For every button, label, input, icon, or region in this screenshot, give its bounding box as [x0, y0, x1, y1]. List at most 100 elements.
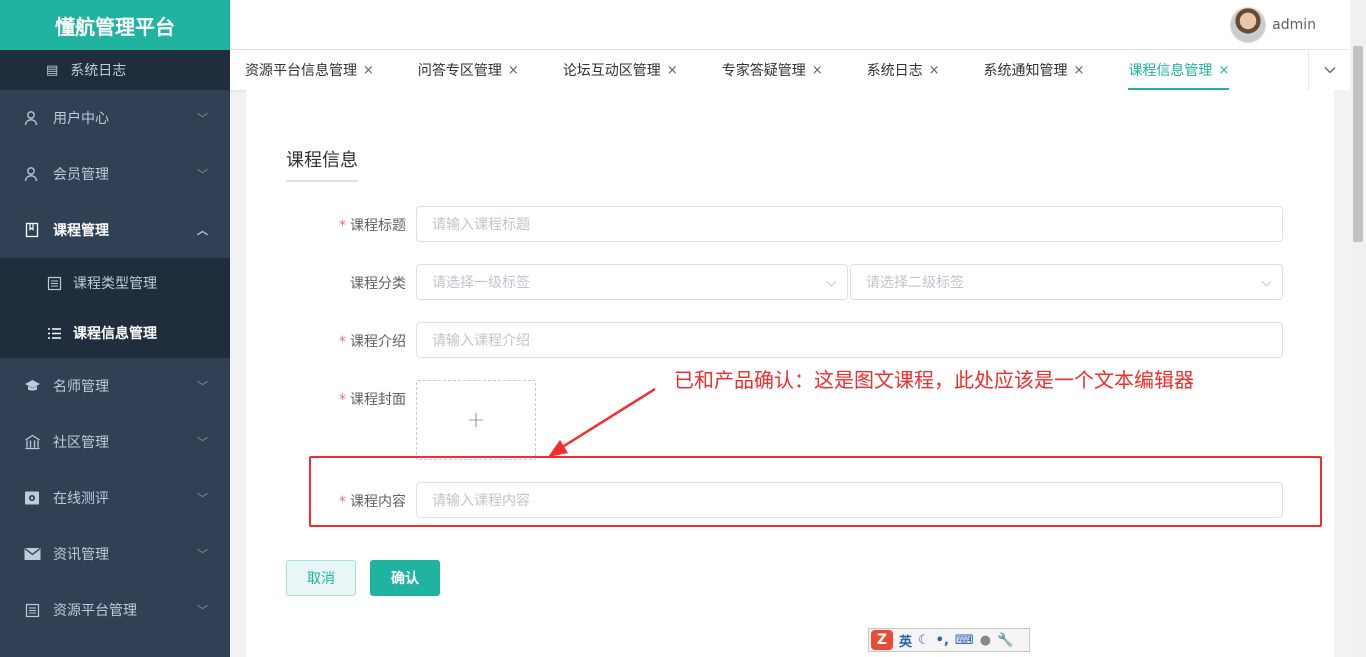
chevron-down-icon — [1261, 276, 1272, 287]
tabs-dropdown-button[interactable] — [1308, 50, 1350, 90]
sidebar-item-label: 社区管理 — [53, 435, 109, 451]
chevron-down-icon — [826, 276, 837, 287]
ime-logo-icon: Z — [871, 630, 893, 650]
tab-label: 论坛互动区管理 — [562, 63, 661, 79]
ime-mode[interactable]: 英 — [899, 631, 912, 650]
close-icon[interactable]: × — [929, 63, 940, 78]
tab-expert-qa[interactable]: 专家答疑管理 × — [722, 50, 823, 90]
review-annotation-arrow-icon — [548, 387, 656, 457]
required-mark: * — [339, 392, 346, 408]
sidebar-item-assessment[interactable]: 在线测评 ﹀ — [0, 470, 230, 526]
course-title-label: * 课程标题 — [286, 215, 406, 235]
close-icon[interactable]: × — [812, 63, 823, 78]
required-mark: * — [339, 334, 346, 350]
sidebar-item-system-log[interactable]: ▤ 系统日志 — [0, 50, 230, 90]
sidebar-item-course-info[interactable]: 课程信息管理 — [0, 308, 230, 358]
confirm-button[interactable]: 确认 — [370, 560, 440, 596]
user-menu[interactable]: admin — [1230, 7, 1316, 43]
label-text: 课程介绍 — [350, 334, 406, 350]
sidebar-item-teacher[interactable]: 名师管理 ﹀ — [0, 358, 230, 414]
label-text: 课程分类 — [350, 276, 406, 292]
course-cover-label: * 课程封面 — [286, 389, 406, 409]
chevron-down-icon: ﹀ — [197, 112, 208, 125]
sidebar-item-course-type[interactable]: 课程类型管理 — [0, 258, 230, 308]
chevron-down-icon: ﹀ — [197, 548, 208, 561]
keyboard-icon[interactable]: ⌨ — [955, 633, 974, 648]
course-intro-label: * 课程介绍 — [286, 331, 406, 351]
chevron-down-icon: ﹀ — [197, 436, 208, 449]
building-icon — [22, 434, 42, 450]
course-sub-menu: 课程类型管理 课程信息管理 — [0, 258, 230, 358]
top-header: admin — [230, 0, 1366, 50]
secondary-tag-select[interactable]: 请选择二级标签 — [850, 264, 1283, 300]
sidebar-item-label: 资源平台管理 — [53, 603, 137, 619]
user-icon[interactable]: ● — [980, 633, 991, 648]
scrollbar-thumb[interactable] — [1353, 46, 1363, 242]
tab-course-info[interactable]: 课程信息管理 × — [1128, 50, 1229, 90]
primary-tag-select[interactable]: 请选择一级标签 — [416, 264, 848, 300]
wrench-icon[interactable]: 🔧 — [997, 633, 1013, 648]
page-scrollbar[interactable] — [1350, 0, 1366, 657]
list-box-icon — [45, 276, 63, 291]
tab-qa-zone[interactable]: 问答专区管理 × — [418, 50, 519, 90]
chevron-down-icon: ﹀ — [197, 380, 208, 393]
sidebar-item-label: 在线测评 — [53, 491, 109, 507]
tab-forum[interactable]: 论坛互动区管理 × — [563, 50, 678, 90]
mail-icon — [22, 547, 42, 561]
page-title: 课程信息 — [286, 146, 358, 182]
tab-label: 问答专区管理 — [417, 63, 502, 79]
tab-label: 系统日志 — [866, 63, 923, 79]
punctuation-icon[interactable]: •, — [936, 633, 949, 648]
select-placeholder: 请选择一级标签 — [432, 275, 530, 291]
label-text: 课程封面 — [350, 392, 406, 408]
sidebar-item-course[interactable]: 课程管理 ︿ — [0, 202, 230, 258]
label-text: 课程标题 — [350, 218, 406, 234]
sidebar-item-member[interactable]: 会员管理 ﹀ — [0, 146, 230, 202]
close-icon[interactable]: × — [667, 63, 678, 78]
book-icon — [22, 222, 42, 238]
graduation-cap-icon — [22, 378, 42, 394]
user-icon — [22, 110, 42, 126]
moon-icon[interactable]: ☾ — [918, 633, 930, 648]
chevron-down-icon: ﹀ — [197, 168, 208, 181]
sidebar-item-label: 资讯管理 — [53, 547, 109, 563]
tab-system-log[interactable]: 系统日志 × — [867, 50, 940, 90]
document-icon: ▤ — [46, 62, 59, 78]
tab-resource-platform-info[interactable]: 资源平台信息管理 × — [245, 50, 374, 90]
chevron-down-icon — [1324, 63, 1336, 77]
course-title-input[interactable]: 请输入课程标题 — [416, 206, 1283, 242]
sidebar-item-label: 课程管理 — [53, 223, 109, 239]
sidebar-item-user-center[interactable]: 用户中心 ﹀ — [0, 90, 230, 146]
chevron-down-icon: ﹀ — [197, 604, 208, 617]
select-placeholder: 请选择二级标签 — [866, 275, 964, 291]
tab-label: 资源平台信息管理 — [245, 63, 357, 79]
tabs-bar: 资源平台信息管理 × 问答专区管理 × 论坛互动区管理 × 专家答疑管理 × 系… — [230, 50, 1308, 90]
list-document-icon — [22, 603, 42, 618]
close-icon[interactable]: × — [363, 63, 374, 78]
tab-label: 系统通知管理 — [983, 63, 1068, 79]
close-icon[interactable]: × — [1074, 63, 1085, 78]
sidebar-item-label: 名师管理 — [53, 379, 109, 395]
avatar[interactable] — [1230, 7, 1267, 43]
close-icon[interactable]: × — [508, 63, 519, 78]
plus-icon: + — [466, 407, 486, 433]
cancel-button[interactable]: 取消 — [286, 560, 356, 596]
cover-upload-button[interactable]: + — [416, 380, 536, 460]
required-mark: * — [339, 218, 346, 234]
tab-label: 课程信息管理 — [1128, 63, 1213, 79]
sidebar-item-label: 课程类型管理 — [73, 276, 157, 292]
sidebar-item-resource-platform[interactable]: 资源平台管理 ﹀ — [0, 582, 230, 638]
list-icon — [45, 326, 63, 341]
sidebar-item-label: 用户中心 — [53, 111, 109, 127]
member-icon — [22, 166, 42, 182]
review-annotation-text: 已和产品确认：这是图文课程，此处应该是一个文本编辑器 — [674, 368, 1194, 392]
course-intro-input[interactable]: 请输入课程介绍 — [416, 322, 1283, 358]
username[interactable]: admin — [1272, 17, 1316, 33]
sidebar: 懂航管理平台 ▤ 系统日志 用户中心 ﹀ 会员管理 ﹀ 课程管理 ︿ 课程类型管… — [0, 0, 230, 657]
tab-system-notice[interactable]: 系统通知管理 × — [984, 50, 1085, 90]
sidebar-item-label: 会员管理 — [53, 167, 109, 183]
ime-toolbar[interactable]: Z 英 ☾ •, ⌨ ● 🔧 — [868, 628, 1030, 652]
sidebar-item-news[interactable]: 资讯管理 ﹀ — [0, 526, 230, 582]
sidebar-item-community[interactable]: 社区管理 ﹀ — [0, 414, 230, 470]
close-icon[interactable]: × — [1218, 63, 1229, 78]
